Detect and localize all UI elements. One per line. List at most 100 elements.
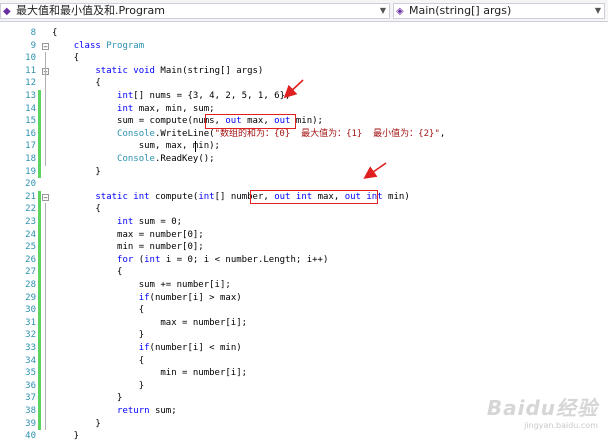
code-text: Console.ReadKey();	[117, 154, 215, 164]
code-line[interactable]: 11 static void Main(string[] args)	[0, 65, 608, 78]
collapse-toggle-icon[interactable]: −	[42, 42, 49, 50]
code-line[interactable]: 22 {	[0, 203, 608, 216]
line-number: 36	[25, 380, 36, 391]
code-line[interactable]: 8{	[0, 27, 608, 40]
code-text: sum += number[i];	[52, 280, 231, 290]
code-text: min = number[i];	[52, 368, 248, 379]
chevron-down-icon[interactable]: ▼	[380, 4, 386, 18]
code-text: {	[52, 28, 58, 38]
code-line[interactable]: 29 if(number[i] > max)	[0, 292, 608, 305]
code-line[interactable]: 34 {	[0, 355, 608, 368]
code-line[interactable]: 26 for (int i = 0; i < number.Length; i+…	[0, 254, 608, 267]
code-line[interactable]: 25 min = number[0];	[0, 241, 608, 254]
fold-guide	[45, 52, 46, 166]
code-text: int max, min, sum;	[117, 103, 215, 114]
navigation-bar: ◆ 最大值和最小值及和.Program ▼ ◈ Main(string[] ar…	[0, 0, 608, 22]
change-bar	[38, 90, 41, 179]
watermark-url: jingyan.baidu.com	[524, 421, 598, 430]
code-line[interactable]: 24 max = number[0];	[0, 229, 608, 242]
code-text: {	[52, 204, 101, 215]
chevron-down-icon[interactable]: ▼	[595, 4, 601, 18]
code-line[interactable]: 18 Console.ReadKey();	[0, 153, 608, 166]
code-text: }	[52, 431, 80, 442]
line-number: 24	[25, 229, 36, 240]
member-selector-dropdown[interactable]: ◈ Main(string[] args) ▼	[393, 3, 605, 19]
code-line[interactable]: 36 }	[0, 380, 608, 393]
fold-guide	[45, 203, 46, 431]
code-text: {	[52, 355, 145, 366]
code-text: int sum = 0;	[117, 217, 183, 227]
code-line[interactable]: 17 sum, max, min);	[0, 140, 608, 153]
code-line[interactable]: 30 {	[0, 304, 608, 317]
code-line[interactable]: 32 }	[0, 329, 608, 342]
code-line[interactable]: 10 {	[0, 52, 608, 65]
code-line[interactable]: 14 int max, min, sum;	[0, 103, 608, 116]
line-number: 30	[25, 305, 36, 316]
highlight-box	[250, 189, 378, 205]
code-text: {	[52, 53, 80, 64]
code-text: class Program	[73, 40, 145, 51]
line-number: 28	[25, 280, 36, 290]
line-number: 26	[25, 254, 36, 265]
code-text: int[] nums = {3, 4, 2, 5, 1, 6};	[117, 91, 291, 101]
line-number: 16	[25, 128, 36, 139]
line-number: 40	[25, 431, 36, 442]
watermark: Baidu经验 jingyan.baidu.com	[487, 392, 598, 430]
class-icon: ◆	[3, 6, 11, 17]
code-text: Console.WriteLine("数组的和为：{0} 最大值为：{1} 最小…	[117, 128, 446, 139]
code-line[interactable]: 40 }	[0, 430, 608, 443]
line-number: 33	[25, 343, 36, 353]
code-editor[interactable]: 8{9 class Program 10 {11 static void Main…	[0, 22, 608, 441]
code-text: }	[52, 393, 123, 404]
code-text: {	[52, 305, 145, 316]
text-caret	[195, 141, 196, 153]
line-number: 25	[25, 242, 36, 253]
code-text: static void Main(string[] args)	[95, 65, 264, 76]
code-line[interactable]: 12 {	[0, 77, 608, 90]
code-text: }	[52, 330, 145, 341]
code-line[interactable]: 13 int[] nums = {3, 4, 2, 5, 1, 6};	[0, 90, 608, 103]
line-number: 34	[25, 355, 36, 366]
code-text: if(number[i] > max)	[138, 292, 242, 303]
collapse-toggle-icon[interactable]: −	[42, 193, 49, 201]
watermark-brand: Baidu经验	[486, 396, 598, 420]
code-text: {	[52, 78, 101, 89]
line-number: 19	[25, 166, 36, 177]
line-number: 21	[25, 191, 36, 202]
line-number: 32	[25, 330, 36, 341]
code-text: max = number[i];	[52, 317, 248, 328]
code-line[interactable]: 35 min = number[i];	[0, 367, 608, 380]
code-text: min = number[0];	[52, 242, 204, 253]
code-line[interactable]: 28 sum += number[i];	[0, 279, 608, 292]
code-text: for (int i = 0; i < number.Length; i++)	[117, 254, 329, 265]
code-text: if(number[i] < min)	[138, 343, 242, 353]
code-line[interactable]: 9 class Program	[0, 40, 608, 53]
code-line[interactable]: 31 max = number[i];	[0, 317, 608, 330]
member-selector-label: Main(string[] args)	[409, 4, 512, 17]
code-text: }	[52, 418, 101, 429]
line-number: 17	[25, 141, 36, 152]
line-number: 22	[25, 204, 36, 215]
line-number: 39	[25, 418, 36, 429]
line-number: 9	[30, 40, 36, 51]
line-number: 15	[25, 116, 36, 127]
code-text: }	[52, 166, 101, 177]
line-number: 29	[25, 292, 36, 303]
method-icon: ◈	[396, 6, 404, 17]
line-number: 27	[25, 267, 36, 278]
line-number: 11	[25, 65, 36, 76]
code-text: {	[52, 267, 123, 278]
code-line[interactable]: 23 int sum = 0;	[0, 216, 608, 229]
code-line[interactable]: 19 }	[0, 166, 608, 179]
code-line[interactable]: 27 {	[0, 266, 608, 279]
code-line[interactable]: 15 sum = compute(nums, out max, out min)…	[0, 115, 608, 128]
code-line[interactable]: 33 if(number[i] < min)	[0, 342, 608, 355]
line-number: 37	[25, 393, 36, 404]
line-number: 23	[25, 217, 36, 227]
class-selector-dropdown[interactable]: ◆ 最大值和最小值及和.Program ▼	[0, 3, 390, 19]
line-number: 10	[25, 53, 36, 64]
code-line[interactable]: 16 Console.WriteLine("数组的和为：{0} 最大值为：{1}…	[0, 128, 608, 141]
code-text: max = number[0];	[52, 229, 204, 240]
line-number: 18	[25, 154, 36, 164]
line-number: 13	[25, 91, 36, 101]
